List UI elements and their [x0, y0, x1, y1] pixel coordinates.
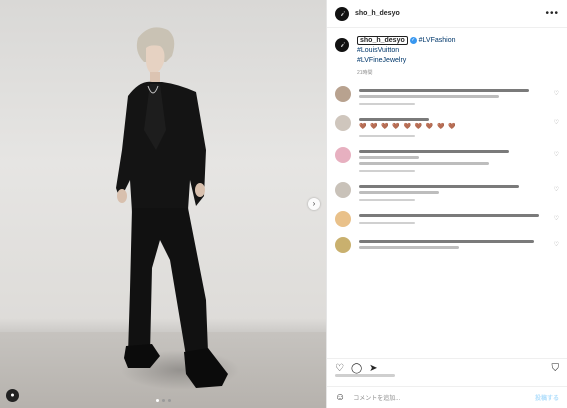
list-item: 🤎 🤎 🤎 🤎 🤎 🤎 🤎 🤎 🤎 ♡ — [335, 115, 559, 137]
heart-icon[interactable]: ♡ — [554, 90, 559, 97]
comment-emoji: 🤎 🤎 🤎 🤎 🤎 🤎 🤎 🤎 🤎 — [359, 124, 457, 130]
emoji-icon[interactable]: ☺ — [335, 392, 345, 403]
list-item: ♡ — [335, 147, 559, 172]
likes-count-blur — [335, 374, 395, 377]
comment-text-blur — [359, 95, 499, 98]
post-header: 𝒾 sho_h_desyo ••• — [327, 0, 567, 28]
comment-icon[interactable]: ◯ — [351, 363, 362, 374]
list-item: ♡ — [335, 182, 559, 201]
hashtag-link[interactable]: #LouisVuitton — [357, 46, 456, 56]
commenter-avatar[interactable] — [335, 115, 351, 131]
post-username[interactable]: sho_h_desyo — [355, 10, 400, 17]
comment-text-blur — [359, 89, 529, 92]
commenter-avatar[interactable] — [335, 182, 351, 198]
commenter-avatar[interactable] — [335, 237, 351, 253]
person-in-black-suit — [116, 27, 228, 388]
hashtag-link[interactable]: #LVFineJewelry — [357, 56, 456, 66]
comment-meta — [359, 135, 415, 137]
heart-icon[interactable]: ♡ — [554, 151, 559, 158]
comment-text-blur — [359, 162, 489, 165]
comment-text-blur — [359, 191, 439, 194]
comment-input[interactable]: コメントを追加... — [353, 393, 400, 402]
heart-icon[interactable]: ♡ — [554, 215, 559, 222]
comment-meta — [359, 103, 415, 105]
chevron-right-icon: › — [312, 199, 316, 208]
list-item: ♡ — [335, 237, 559, 253]
post-sidebar: 𝒾 sho_h_desyo ••• 𝒾 sho_h_desyo ✓ #LVFas… — [326, 0, 567, 408]
carousel-dot — [162, 399, 165, 402]
verified-badge-icon: ✓ — [409, 36, 417, 44]
carousel-indicator — [156, 399, 171, 402]
post-photo[interactable]: › ● — [0, 0, 326, 408]
comment-list: ♡ 🤎 🤎 🤎 🤎 🤎 🤎 🤎 🤎 🤎 ♡ ♡ ♡ ♡ ♡ — [327, 78, 567, 253]
comment-meta — [359, 170, 415, 172]
heart-icon[interactable]: ♡ — [335, 363, 344, 374]
caption-username[interactable]: sho_h_desyo — [357, 36, 408, 45]
list-item: ♡ — [335, 86, 559, 105]
hashtag-link[interactable]: #LVFashion — [419, 37, 456, 44]
post-comment-button[interactable]: 投稿する — [535, 393, 559, 402]
comment-text-blur — [359, 246, 459, 249]
heart-icon[interactable]: ♡ — [554, 241, 559, 248]
person-tag-icon[interactable]: ● — [6, 389, 19, 402]
comment-text-blur — [359, 214, 539, 217]
next-image-button[interactable]: › — [308, 198, 320, 210]
bookmark-icon[interactable]: ⛉ — [552, 363, 560, 374]
post-time: 21時間 — [357, 70, 373, 76]
add-comment-bar: ☺ コメントを追加... 投稿する — [327, 386, 567, 408]
commenter-avatar[interactable] — [335, 86, 351, 102]
comment-text-blur — [359, 150, 509, 153]
comment-text-blur — [359, 240, 534, 243]
comment-meta — [359, 222, 415, 224]
avatar[interactable]: 𝒾 — [335, 6, 349, 21]
carousel-dot — [168, 399, 171, 402]
comment-text-blur — [359, 156, 419, 159]
carousel-dot — [156, 399, 159, 402]
list-item: ♡ — [335, 211, 559, 227]
comment-meta — [359, 199, 415, 201]
post-caption: 𝒾 sho_h_desyo ✓ #LVFashion #LouisVuitton… — [327, 28, 567, 78]
commenter-avatar[interactable] — [335, 211, 351, 227]
caption-avatar[interactable]: 𝒾 — [335, 38, 349, 52]
heart-icon[interactable]: ♡ — [554, 186, 559, 193]
comment-text-blur — [359, 118, 429, 121]
comment-text-blur — [359, 185, 519, 188]
share-icon[interactable]: ➤ — [369, 363, 377, 374]
heart-icon[interactable]: ♡ — [554, 119, 559, 126]
more-horizontal-icon[interactable]: ••• — [545, 8, 559, 19]
commenter-avatar[interactable] — [335, 147, 351, 163]
